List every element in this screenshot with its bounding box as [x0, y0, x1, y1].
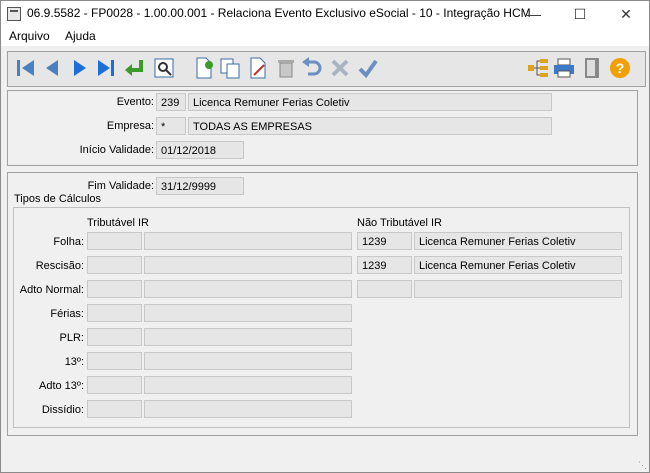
row-label: Rescisão:	[35, 260, 84, 272]
row-label: Adto 13º:	[39, 380, 84, 392]
window-title: 06.9.5582 - FP0028 - 1.00.00.001 - Relac…	[27, 6, 531, 20]
prev-icon[interactable]	[40, 56, 64, 80]
preview-icon[interactable]	[152, 56, 176, 80]
app-icon	[7, 7, 21, 21]
evento-label: Evento:	[116, 96, 154, 108]
ok-icon[interactable]	[356, 56, 380, 80]
new-icon[interactable]	[192, 56, 216, 80]
row-label: Férias:	[50, 308, 84, 320]
first-icon[interactable]	[14, 56, 38, 80]
nao-trib-code-field[interactable]: 1239	[357, 256, 412, 274]
trib-code-field[interactable]	[87, 256, 142, 274]
trib-code-field[interactable]	[87, 280, 142, 298]
empresa-label: Empresa:	[106, 120, 154, 132]
empresa-desc-field: TODAS AS EMPRESAS	[188, 117, 552, 135]
nao-trib-desc-field: Licenca Remuner Ferias Coletiv	[414, 256, 622, 274]
row-label: Folha:	[53, 236, 84, 248]
nao-trib-desc-field: Licenca Remuner Ferias Coletiv	[414, 232, 622, 250]
menu-bar: Arquivo Ajuda	[1, 27, 649, 46]
trib-code-field[interactable]	[87, 304, 142, 322]
undo-icon[interactable]	[300, 56, 324, 80]
nao-trib-code-field[interactable]: 1239	[357, 232, 412, 250]
row-label: Dissídio:	[41, 404, 84, 416]
app-window: 06.9.5582 - FP0028 - 1.00.00.001 - Relac…	[0, 0, 650, 473]
nao-trib-code-field[interactable]	[357, 280, 412, 298]
svg-text:?: ?	[616, 60, 625, 76]
row-label: PLR:	[59, 332, 84, 344]
trib-desc-field	[144, 328, 352, 346]
toolbar: ?	[7, 51, 646, 87]
confirm-enter-icon[interactable]	[122, 56, 146, 80]
col-tributavel-header: Tributável IR	[87, 217, 149, 229]
fim-validade-label: Fim Validade:	[87, 180, 154, 192]
trib-desc-field	[144, 352, 352, 370]
row-label: 13º:	[64, 356, 84, 368]
trib-code-field[interactable]	[87, 400, 142, 418]
tipos-calculos-title: Tipos de Cálculos	[12, 193, 104, 205]
menu-arquivo[interactable]: Arquivo	[9, 29, 50, 43]
inicio-validade-field[interactable]: 01/12/2018	[156, 141, 244, 159]
evento-code-field[interactable]: 239	[156, 93, 186, 111]
edit-icon[interactable]	[246, 56, 270, 80]
help-icon[interactable]: ?	[608, 56, 632, 80]
inicio-validade-label: Início Validade:	[79, 144, 154, 156]
minimize-icon[interactable]: —	[511, 1, 557, 27]
resize-grip-icon[interactable]: ⋱	[638, 460, 648, 470]
evento-desc-field: Licenca Remuner Ferias Coletiv	[188, 93, 552, 111]
trib-desc-field	[144, 304, 352, 322]
trib-code-field[interactable]	[87, 376, 142, 394]
trib-code-field[interactable]	[87, 352, 142, 370]
trib-desc-field	[144, 232, 352, 250]
empresa-code-field[interactable]: *	[156, 117, 186, 135]
print-icon[interactable]	[552, 56, 576, 80]
trib-desc-field	[144, 280, 352, 298]
title-bar: 06.9.5582 - FP0028 - 1.00.00.001 - Relac…	[1, 1, 649, 27]
trib-code-field[interactable]	[87, 232, 142, 250]
cancel-icon[interactable]	[328, 56, 352, 80]
maximize-icon[interactable]: ☐	[557, 1, 603, 27]
trib-desc-field	[144, 376, 352, 394]
tree-icon[interactable]	[526, 56, 550, 80]
trib-code-field[interactable]	[87, 328, 142, 346]
exit-icon[interactable]	[580, 56, 604, 80]
copy-icon[interactable]	[218, 56, 242, 80]
nao-trib-desc-field	[414, 280, 622, 298]
last-icon[interactable]	[94, 56, 118, 80]
next-icon[interactable]	[68, 56, 92, 80]
trib-desc-field	[144, 400, 352, 418]
delete-icon[interactable]	[274, 56, 298, 80]
trib-desc-field	[144, 256, 352, 274]
fim-validade-field[interactable]: 31/12/9999	[156, 177, 244, 195]
menu-ajuda[interactable]: Ajuda	[65, 29, 96, 43]
close-icon[interactable]: ✕	[603, 1, 649, 27]
row-label: Adto Normal:	[19, 284, 84, 296]
col-nao-tributavel-header: Não Tributável IR	[357, 217, 442, 229]
